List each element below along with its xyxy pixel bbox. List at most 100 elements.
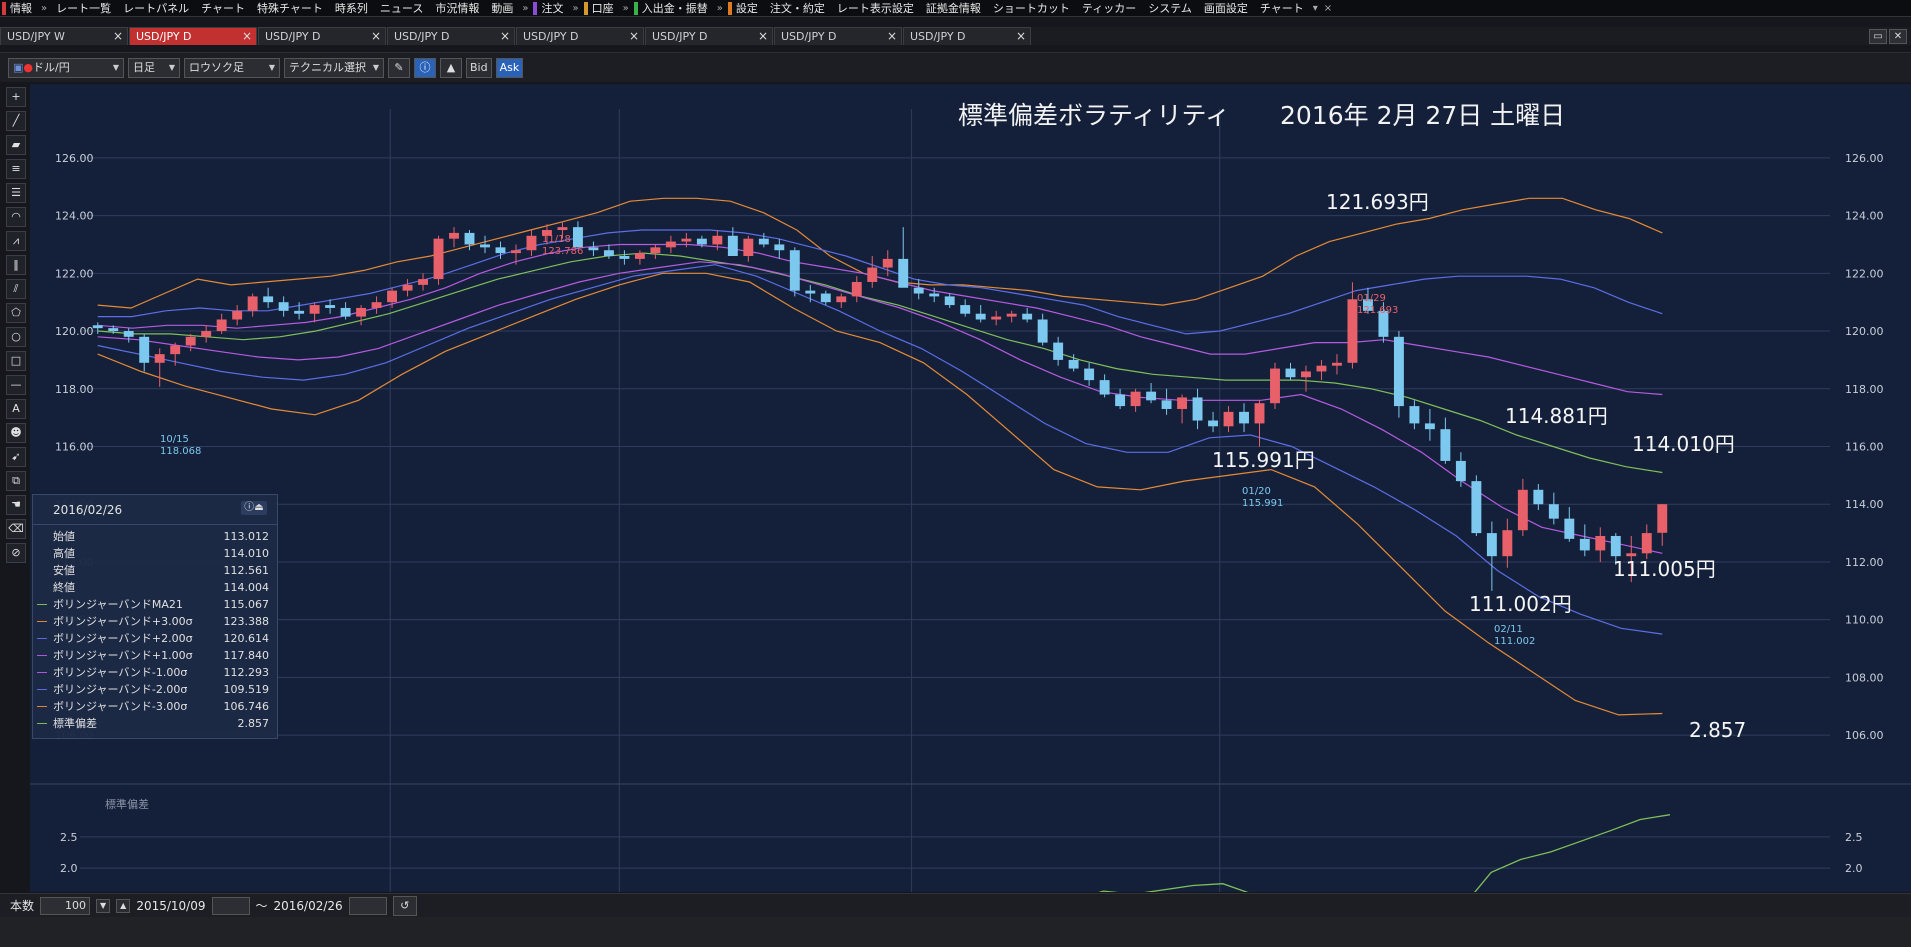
candle-body [774,244,785,251]
series-swatch [37,655,47,656]
menu-item[interactable]: 証拠金情報 [920,0,987,17]
menu-more-icon[interactable]: ▾ [1310,3,1321,14]
area-chart-icon[interactable]: ▲ [440,57,462,78]
bid-button[interactable]: Bid [466,57,492,78]
rectangle-icon[interactable]: □ [6,351,26,371]
window-controls: ▭ ✕ [1869,29,1907,44]
restore-window-button[interactable]: ▭ [1869,29,1887,44]
period-select[interactable]: 日足 [128,57,180,78]
end-time-field[interactable] [348,896,387,915]
chart-tab[interactable]: USD/JPY D × [258,27,386,45]
close-tab-icon[interactable]: × [113,28,123,45]
candle-body [139,336,150,363]
close-window-button[interactable]: ✕ [1889,29,1907,44]
menu-item[interactable]: レートパネル [117,0,195,17]
close-tab-icon[interactable]: × [887,28,897,45]
crosshair-icon[interactable]: + [6,87,26,107]
menu-item[interactable]: 時系列 [329,0,374,17]
chart-type-select[interactable]: ロウソク足 [184,57,280,78]
fan-icon[interactable]: ⩘ [6,231,26,251]
eraser-all-icon[interactable]: ⊘ [6,543,26,563]
chart-tab[interactable]: USD/JPY D × [387,27,515,45]
stamp-icon[interactable]: ☻ [6,423,26,443]
menu-more-icon[interactable]: » [569,3,581,14]
menu-item[interactable]: ティッカー [1076,0,1142,17]
start-date[interactable]: 2015/10/09 [136,899,205,913]
chart-tab[interactable]: USD/JPY D × [774,27,902,45]
pitchfork-icon[interactable]: ⫽ [6,279,26,299]
parallel-lines-icon[interactable]: ☰ [6,183,26,203]
technical-select[interactable]: テクニカル選択 [284,57,384,78]
candle-body [820,293,831,303]
ruler-icon[interactable]: ▰ [6,135,26,155]
data-window-row: ボリンジャーバンド+1.00σ 117.840 [33,647,277,664]
chart-tab[interactable]: USD/JPY D × [516,27,644,45]
eraser-icon[interactable]: ⌫ [6,519,26,539]
menu-more-icon[interactable]: » [38,3,50,14]
menu-item[interactable]: 注文 [531,0,569,17]
chart-tab[interactable]: USD/JPY W × [0,27,128,45]
count-up-icon[interactable]: ▲ [116,898,131,913]
close-tab-icon[interactable]: × [371,28,381,45]
extreme-date: 01/20 [1242,486,1271,497]
menu-item[interactable]: 画面設定 [1198,0,1254,17]
close-tab-icon[interactable]: × [758,28,768,45]
text-icon[interactable]: A [6,399,26,419]
candle-body [619,256,630,259]
menu-item[interactable]: レート表示設定 [831,0,920,17]
end-date[interactable]: 2016/02/26 [274,899,343,913]
menu-item[interactable]: ニュース [374,0,429,17]
band-m3 [97,272,1663,716]
menu-more-icon[interactable]: » [519,3,531,14]
start-time-field[interactable] [211,896,250,915]
chart-area[interactable]: 126.00 126.00 124.00 124.00 122.00 122.00 120.… [30,84,1911,892]
chart-tab[interactable]: USD/JPY D × [645,27,773,45]
trendline-icon[interactable]: ╱ [6,111,26,131]
menu-item[interactable]: レート一覧 [50,0,117,17]
horizontal-line-icon[interactable]: — [6,375,26,395]
menu-item[interactable]: 情報 [0,0,38,17]
menu-item[interactable]: チャート [195,0,251,17]
menu-item[interactable]: 特殊チャート [251,0,329,17]
menu-item[interactable]: 市況情報 [429,0,485,17]
close-tab-icon[interactable]: × [629,28,639,45]
channel-icon[interactable]: ≡ [6,159,26,179]
count-down-icon[interactable]: ▼ [96,898,111,913]
ask-button[interactable]: Ask [495,57,524,78]
data-window-panel[interactable]: 2016/02/26 ⓘ⏏ 始値 113.012 高値 114.010 安値 112.56… [32,494,278,739]
price-chart[interactable]: 126.00 126.00 124.00 124.00 122.00 122.00 120.… [30,84,1911,892]
menu-item[interactable]: 注文・約定 [764,0,831,17]
close-tab-icon[interactable]: × [1016,28,1026,45]
copy-icon[interactable]: ⧉ [6,471,26,491]
circle-icon[interactable]: ○ [6,327,26,347]
hand-icon[interactable]: ☚ [6,495,26,515]
pen-icon[interactable]: ✎ [388,57,410,78]
menu-more-icon[interactable]: » [620,3,632,14]
chart-tab[interactable]: USD/JPY D × [129,27,257,45]
close-tab-icon[interactable]: × [242,28,252,45]
menu-item[interactable]: システム [1142,0,1198,17]
arc-icon[interactable]: ◠ [6,207,26,227]
price-tick-right: 106.00 [1845,729,1884,742]
data-window-header[interactable]: 2016/02/26 ⓘ⏏ [33,495,277,525]
currency-pair-select[interactable]: ▣●ドル/円 [8,57,124,78]
count-field[interactable]: 100 [40,896,91,915]
chart-tab[interactable]: USD/JPY D × [903,27,1031,45]
menu-more-icon[interactable]: » [714,3,726,14]
chart-toolbar: ▣●ドル/円 日足 ロウソク足 テクニカル選択 ✎ ⓘ ▲ Bid Ask [0,52,1911,82]
refresh-icon[interactable]: ↺ [392,895,417,916]
menu-item[interactable]: 口座 [582,0,620,17]
close-tab-icon[interactable]: × [500,28,510,45]
info-toggle-icon[interactable]: ⓘ⏏ [241,501,267,515]
menu-item[interactable]: チャート [1254,0,1310,17]
menu-item[interactable]: 入出金・振替 [632,0,714,17]
pointer-icon[interactable]: ➹ [6,447,26,467]
menu-close-icon[interactable]: × [1321,3,1335,14]
menu-item[interactable]: 動画 [485,0,519,17]
info-icon[interactable]: ⓘ [414,57,436,78]
vertical-lines-icon[interactable]: ‖ [6,255,26,275]
pentagon-icon[interactable]: ⬠ [6,303,26,323]
menu-item[interactable]: ショートカット [987,0,1076,17]
menu-item[interactable]: 設定 [726,0,764,17]
band-ma [97,252,1663,474]
